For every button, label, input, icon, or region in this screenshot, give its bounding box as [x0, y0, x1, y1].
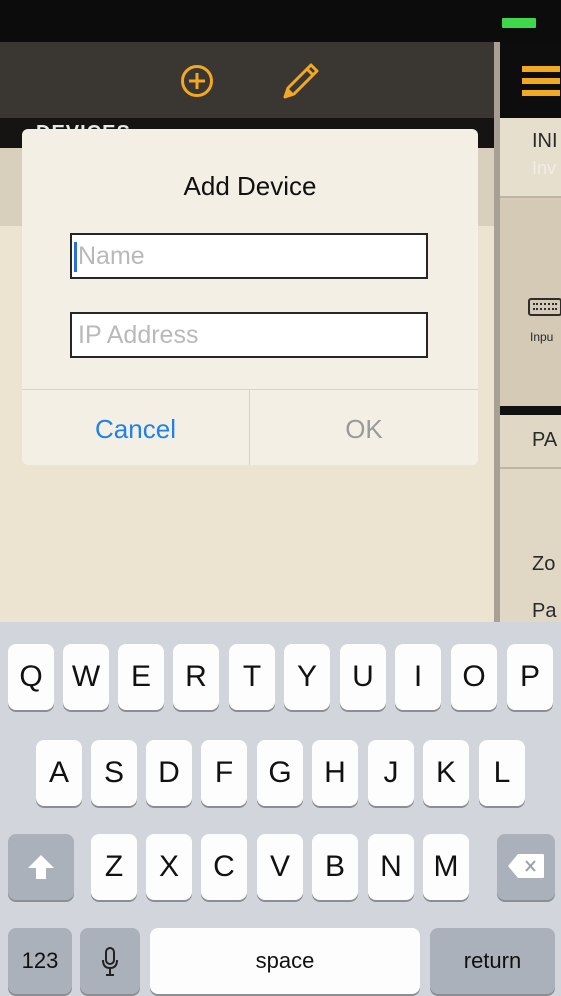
devices-toolbar — [0, 42, 494, 118]
key-q[interactable]: Q — [8, 644, 54, 710]
cancel-button[interactable]: Cancel — [22, 390, 249, 465]
add-device-dialog: Add Device Name IP Address Cancel OK — [22, 129, 478, 465]
key-b[interactable]: B — [312, 834, 358, 900]
microphone-icon — [102, 947, 118, 976]
shift-arrow-icon — [28, 855, 54, 879]
key-y[interactable]: Y — [284, 644, 330, 710]
key-l[interactable]: L — [479, 740, 525, 806]
return-key[interactable]: return — [430, 928, 555, 994]
inputs-panel: INI Inv Inpu PA Zo Pa — [494, 42, 561, 622]
key-o[interactable]: O — [451, 644, 497, 710]
onscreen-keyboard: Q W E R T Y U I O P A S D F G H J K L Z … — [0, 622, 561, 996]
keyboard-icon[interactable] — [528, 298, 561, 316]
inputs-section: INI Inv — [500, 118, 561, 198]
key-t[interactable]: T — [229, 644, 275, 710]
ok-button[interactable]: OK — [250, 390, 478, 465]
name-placeholder: Name — [78, 242, 145, 270]
key-r[interactable]: R — [173, 644, 219, 710]
backspace-icon — [508, 854, 544, 878]
key-s[interactable]: S — [91, 740, 137, 806]
key-d[interactable]: D — [146, 740, 192, 806]
key-g[interactable]: G — [257, 740, 303, 806]
battery-icon — [502, 18, 536, 28]
key-w[interactable]: W — [63, 644, 109, 710]
dictation-key[interactable] — [80, 928, 140, 994]
key-i[interactable]: I — [395, 644, 441, 710]
section-divider — [500, 406, 561, 415]
key-n[interactable]: N — [368, 834, 414, 900]
parameters-row-zone[interactable]: Zo — [532, 553, 555, 576]
ip-address-input[interactable]: IP Address — [70, 312, 428, 358]
key-v[interactable]: V — [257, 834, 303, 900]
inputs-section-subtitle: Inv — [532, 158, 557, 178]
app-screen: DEVICES INI Inv Inpu PA Zo Pa Add Device — [0, 0, 561, 996]
key-a[interactable]: A — [36, 740, 82, 806]
key-h[interactable]: H — [312, 740, 358, 806]
numbers-key[interactable]: 123 — [8, 928, 72, 994]
inputs-toolbar — [500, 42, 561, 118]
key-e[interactable]: E — [118, 644, 164, 710]
delete-key[interactable] — [497, 834, 555, 900]
key-c[interactable]: C — [201, 834, 247, 900]
shift-key[interactable] — [8, 834, 74, 900]
key-k[interactable]: K — [423, 740, 469, 806]
key-m[interactable]: M — [423, 834, 469, 900]
key-j[interactable]: J — [368, 740, 414, 806]
key-x[interactable]: X — [146, 834, 192, 900]
add-circle-icon[interactable] — [180, 64, 214, 98]
space-key[interactable]: space — [150, 928, 420, 994]
key-z[interactable]: Z — [91, 834, 137, 900]
dialog-title: Add Device — [183, 171, 317, 201]
text-cursor — [74, 242, 77, 272]
parameters-divider — [500, 467, 561, 469]
key-u[interactable]: U — [340, 644, 386, 710]
pencil-icon[interactable] — [280, 60, 322, 102]
hamburger-menu-icon[interactable] — [522, 66, 560, 96]
parameters-section-title: PA — [532, 429, 558, 451]
dialog-button-bar: Cancel OK — [22, 389, 478, 465]
inputs-section-title: INI — [532, 130, 558, 152]
key-p[interactable]: P — [507, 644, 553, 710]
ip-address-placeholder: IP Address — [78, 321, 199, 349]
input-source-area: Inpu — [500, 200, 561, 406]
parameters-section: PA Zo Pa — [500, 415, 561, 622]
status-bar — [0, 0, 561, 42]
input-source-label: Inpu — [530, 330, 554, 344]
key-f[interactable]: F — [201, 740, 247, 806]
parameters-row-pa[interactable]: Pa — [532, 600, 556, 622]
name-input[interactable]: Name — [70, 233, 428, 279]
